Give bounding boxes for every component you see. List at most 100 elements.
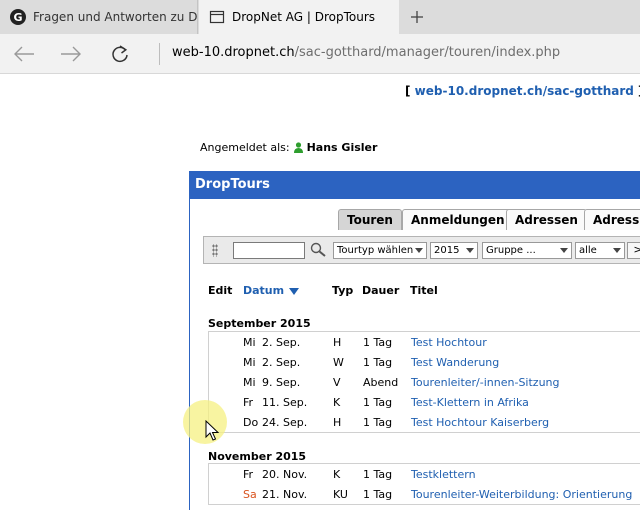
row-typ: K (333, 396, 341, 409)
row-date: 11. Sep. (262, 396, 308, 409)
login-info: Angemeldet als: Hans Gisler (200, 141, 377, 154)
row-date: 2. Sep. (262, 336, 301, 349)
row-title-link[interactable]: Testklettern (411, 468, 476, 481)
google-icon: G (10, 9, 26, 25)
row-dauer: 1 Tag (363, 468, 393, 481)
user-icon (293, 142, 303, 153)
page-icon (209, 10, 225, 24)
bracket-open: [ (405, 84, 415, 98)
tab-adresskategorien[interactable]: Adressk (584, 209, 640, 230)
chevron-down-icon (466, 248, 474, 253)
row-dauer: 1 Tag (363, 396, 393, 409)
year-select[interactable]: 2015 (430, 242, 478, 259)
top-link-line: [ web-10.dropnet.ch/sac-gotthard ] [ (405, 84, 640, 98)
col-edit: Edit (208, 284, 233, 297)
row-weekday: Fr (243, 396, 254, 409)
chevron-down-icon (613, 248, 621, 253)
row-dauer: Abend (363, 376, 399, 389)
tab-touren[interactable]: Touren (338, 209, 402, 230)
refresh-icon (112, 45, 128, 63)
user-name: Hans Gisler (306, 141, 378, 154)
col-datum-label: Datum (243, 284, 285, 297)
row-title-link[interactable]: Tourenleiter/-innen-Sitzung (411, 376, 560, 389)
panel-title: DropTours (190, 172, 640, 199)
row-dauer: 1 Tag (363, 336, 393, 349)
site-link[interactable]: web-10.dropnet.ch/sac-gotthard (415, 84, 634, 98)
year-value: 2015 (434, 245, 460, 256)
row-title-link[interactable]: Test-Klettern in Afrika (411, 396, 529, 409)
col-dauer: Dauer (362, 284, 400, 297)
address-bar[interactable]: web-10.dropnet.ch/sac-gotthard/manager/t… (172, 45, 560, 60)
browser-tab-faq[interactable]: G Fragen und Antworten zu Dr (0, 0, 198, 34)
gruppe-value: Gruppe ... (486, 245, 536, 256)
row-typ: H (333, 336, 342, 349)
row-typ: K (333, 468, 341, 481)
row-title-link[interactable]: Tourenleiter-Weiterbildung: Orientierung (411, 488, 632, 501)
row-dauer: 1 Tag (363, 416, 393, 429)
row-typ: V (333, 376, 341, 389)
col-typ: Typ (332, 284, 354, 297)
plus-icon (411, 11, 423, 23)
tab-adressen[interactable]: Adressen (506, 209, 587, 230)
address-path: /sac-gotthard/manager/touren/index.php (294, 45, 561, 60)
row-weekday: Mi (243, 336, 256, 349)
browser-tab-title: DropNet AG | DropTours (232, 10, 376, 24)
row-typ: W (333, 356, 344, 369)
col-datum[interactable]: Datum (243, 284, 300, 297)
tourtyp-value: Tourtyp wählen (337, 245, 414, 256)
gruppe-select[interactable]: Gruppe ... (482, 242, 572, 259)
table-row: Mi 2. Sep. W 1 Tag Test Wanderung (209, 352, 640, 372)
forward-arrow-icon (61, 46, 81, 62)
browser-tab-title: Fragen und Antworten zu Dr (33, 10, 197, 24)
search-icon[interactable] (310, 242, 327, 257)
month-heading-november: November 2015 (208, 450, 307, 463)
row-title-link[interactable]: Test Hochtour Kaiserberg (411, 416, 549, 429)
tour-group-november: Fr 20. Nov. K 1 Tag Testklettern Sa 21. … (208, 463, 640, 505)
row-typ: H (333, 416, 342, 429)
row-dauer: 1 Tag (363, 356, 393, 369)
row-weekday: Mi (243, 356, 256, 369)
sort-down-icon (289, 287, 300, 295)
row-title-link[interactable]: Test Hochtour (411, 336, 487, 349)
svg-text:G: G (13, 11, 22, 24)
go-button[interactable]: > (627, 242, 640, 259)
login-label: Angemeldet als: (200, 141, 290, 154)
browser-tab-droptours[interactable]: DropNet AG | DropTours (199, 0, 399, 34)
table-row: Sa 21. Nov. KU 1 Tag Tourenleiter-Weiter… (209, 484, 640, 504)
row-weekday-weekend: Sa (243, 488, 257, 501)
drag-handle-icon[interactable] (212, 244, 218, 257)
table-row: Fr 20. Nov. K 1 Tag Testklettern (209, 464, 640, 484)
table-row: Do 24. Sep. H 1 Tag Test Hochtour Kaiser… (209, 412, 640, 432)
browser-nav-bar: web-10.dropnet.ch/sac-gotthard/manager/t… (0, 34, 640, 74)
month-heading-september: September 2015 (208, 317, 311, 330)
status-select[interactable]: alle (575, 242, 625, 259)
search-input[interactable] (233, 242, 305, 259)
mouse-cursor-icon (205, 420, 219, 441)
row-weekday: Mi (243, 376, 256, 389)
row-date: 24. Sep. (262, 416, 308, 429)
back-button[interactable] (10, 41, 38, 67)
col-titel: Titel (410, 284, 438, 297)
address-separator (159, 43, 160, 65)
tab-anmeldungen[interactable]: Anmeldungen (402, 209, 514, 230)
back-arrow-icon (14, 46, 34, 62)
row-weekday: Do (243, 416, 259, 429)
row-date: 20. Nov. (262, 468, 308, 481)
filter-toolbar: Tourtyp wählen 2015 Gruppe ... alle > (203, 236, 640, 264)
tour-group-september: Mi 2. Sep. H 1 Tag Test Hochtour Mi 2. S… (208, 331, 640, 433)
refresh-button[interactable] (106, 41, 134, 67)
droptours-panel: DropTours Touren Anmeldungen Adressen Ad… (189, 171, 640, 510)
forward-button[interactable] (57, 41, 85, 67)
row-weekday: Fr (243, 468, 254, 481)
table-row: Fr 11. Sep. K 1 Tag Test-Klettern in Afr… (209, 392, 640, 412)
row-title-link[interactable]: Test Wanderung (411, 356, 499, 369)
row-date: 21. Nov. (262, 488, 308, 501)
tourtyp-select[interactable]: Tourtyp wählen (333, 242, 427, 259)
row-typ: KU (333, 488, 348, 501)
address-host: web-10.dropnet.ch (172, 45, 295, 60)
status-value: alle (579, 245, 597, 256)
new-tab-button[interactable] (404, 5, 430, 29)
row-date: 9. Sep. (262, 376, 301, 389)
chevron-down-icon (560, 248, 568, 253)
row-dauer: 1 Tag (363, 488, 393, 501)
